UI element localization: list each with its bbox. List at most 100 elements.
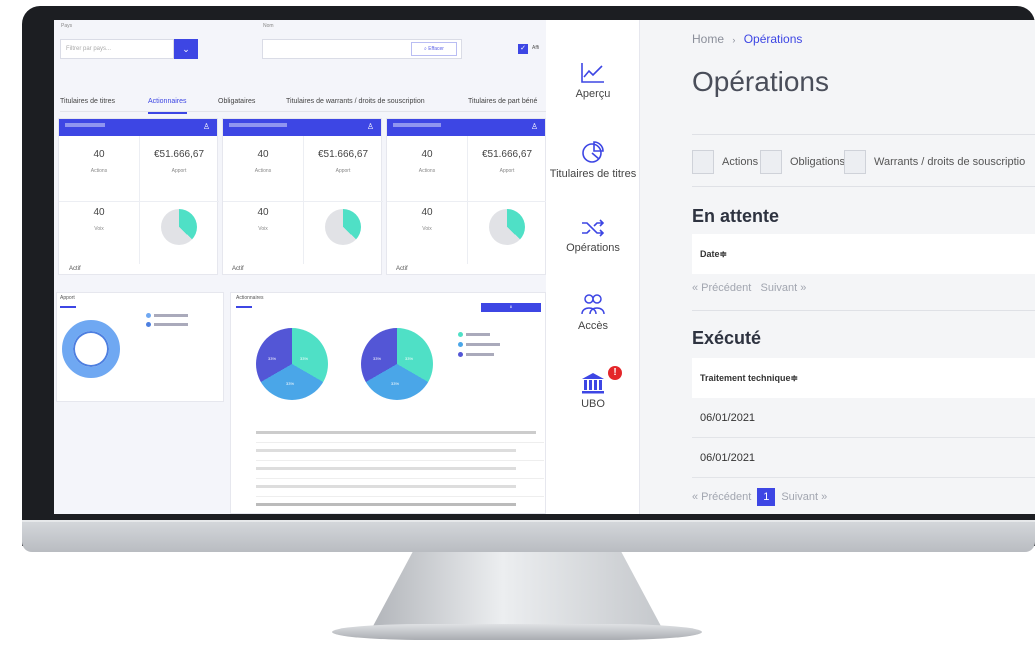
filter-name-label: Nom [263, 23, 274, 29]
card-header: ♙ [59, 119, 217, 136]
voix-count: 40 [421, 207, 433, 218]
pending-section-title: En attente [692, 206, 780, 226]
actions-label: Actions [418, 168, 436, 174]
card-status: Actif [232, 266, 244, 272]
tab-titulaires[interactable]: Titulaires de titres [60, 98, 115, 105]
redacted-legend [154, 314, 188, 317]
row-date: 06/01/2021 [700, 412, 756, 424]
sidebar-item-apercu[interactable]: Aperçu [546, 62, 640, 100]
user-icon: ♙ [202, 122, 210, 131]
sidebar-item-operations[interactable]: Opérations [546, 218, 640, 254]
sidebar-item-label: UBO [581, 398, 605, 410]
actions-label: Actions [254, 168, 272, 174]
tab-actionnaires[interactable]: Actionnaires [148, 98, 187, 114]
tab-warrants[interactable]: Titulaires de warrants / droits de sousc… [286, 98, 425, 105]
sidebar-item-titulaires[interactable]: Titulaires de titres [546, 140, 640, 180]
previous-page-link[interactable]: « Précédent [692, 282, 751, 294]
traitement-column-header[interactable]: Traitement technique≑ [700, 373, 798, 383]
users-icon [581, 294, 605, 315]
download-register-button[interactable]: ⬇ [481, 303, 541, 312]
voix-label: Voix [94, 226, 104, 232]
country-dropdown-button[interactable]: ⌄ [174, 39, 198, 59]
card-status: Actif [69, 266, 81, 272]
sidebar-item-ubo[interactable]: ! UBO [546, 366, 640, 410]
votes-pie-chart [361, 328, 433, 400]
card-header: ♙ [223, 119, 381, 136]
sidebar-item-label: Accès [578, 320, 608, 332]
table-row [256, 497, 544, 514]
breadcrumb-home[interactable]: Home [692, 32, 724, 46]
filter-label: Obligations [790, 156, 846, 168]
monitor-base [332, 624, 702, 640]
sidebar-item-label: Titulaires de titres [549, 168, 637, 180]
actionnaires-panel-title: Actionnaires [236, 295, 264, 301]
download-icon: ⬇ [509, 305, 513, 309]
pie-slice-label: 33% [268, 356, 277, 361]
card-status: Actif [396, 266, 408, 272]
voix-count: 40 [93, 207, 105, 218]
monitor-frame: Pays Filtrer par pays... ⌄ Nom ⌕ Effacer… [22, 6, 1035, 546]
pending-table-header: Date≑ [692, 234, 1035, 274]
holder-tabs: Titulaires de titres Actionnaires Obliga… [60, 94, 546, 114]
pie-chart-icon [582, 141, 604, 163]
executed-table-header: Traitement technique≑ [692, 358, 1035, 398]
date-column-header[interactable]: Date≑ [700, 249, 727, 259]
voting-pie-chart [161, 209, 197, 245]
tab-parts-beneficiaires[interactable]: Titulaires de part béné [468, 98, 537, 105]
main-sidebar: Aperçu Titulaires de titres Opérations A… [546, 20, 640, 514]
pie-slice-label: 33% [300, 356, 309, 361]
shareholder-card[interactable]: ♙ 40 Actions €51.666,67 Apport 40 Voix [222, 118, 383, 275]
filter-label: Warrants / droits de souscriptio [874, 156, 1026, 168]
breadcrumb-separator-icon: › [732, 35, 736, 45]
voting-pie-chart [325, 209, 361, 245]
table-row[interactable]: 06/01/2021 [692, 438, 1035, 478]
shareholder-card[interactable]: ♙ 40 Actions €51.666,67 Apport 40 Voix [386, 118, 547, 275]
sidebar-item-label: Opérations [566, 242, 620, 254]
clear-button[interactable]: ⌕ Effacer [411, 42, 457, 56]
next-page-link[interactable]: Suivant » [781, 491, 827, 503]
table-row [256, 479, 544, 497]
shareholder-dashboard: Pays Filtrer par pays... ⌄ Nom ⌕ Effacer… [54, 20, 547, 514]
redacted-legend [154, 323, 188, 326]
apport-value: €51.666,67 [317, 149, 369, 160]
voix-label: Voix [422, 226, 432, 232]
next-page-link[interactable]: Suivant » [761, 282, 807, 294]
filter-checkbox-actions[interactable] [692, 150, 714, 174]
filter-label: Actions [722, 156, 759, 168]
display-checkbox[interactable]: ✓ [518, 44, 528, 54]
redacted-name [229, 123, 287, 127]
voting-pie-chart [489, 209, 525, 245]
table-row [256, 443, 544, 461]
apport-value: €51.666,67 [153, 149, 205, 160]
card-header: ♙ [387, 119, 545, 136]
apport-value: €51.666,67 [481, 149, 533, 160]
user-icon: ♙ [530, 122, 538, 131]
actions-count: 40 [93, 149, 105, 160]
actions-pie-chart [256, 328, 328, 400]
monitor-chin [22, 520, 1035, 552]
legend-item [458, 332, 490, 338]
shareholder-card[interactable]: ♙ 40 Actions €51.666,67 Apport 40 Voix [58, 118, 219, 275]
pending-pagination: « Précédent Suivant » [692, 282, 806, 294]
legend-item [146, 313, 188, 319]
chevron-down-icon: ⌄ [182, 44, 190, 54]
filter-checkbox-warrants[interactable] [844, 150, 866, 174]
filter-checkbox-obligations[interactable] [760, 150, 782, 174]
line-chart-icon [581, 63, 604, 83]
table-row[interactable]: 06/01/2021 [692, 398, 1035, 438]
monitor-stand [372, 552, 662, 628]
sidebar-item-acces[interactable]: Accès [546, 292, 640, 332]
pie-slice-label: 33% [286, 381, 295, 386]
legend-item [146, 322, 188, 328]
apport-donut-chart [62, 320, 120, 378]
legend-item [458, 352, 494, 358]
bank-icon [582, 373, 604, 394]
page-title: Opérations [692, 66, 829, 97]
breadcrumb-current[interactable]: Opérations [744, 32, 803, 46]
country-filter-input[interactable]: Filtrer par pays... [60, 39, 174, 59]
page-number-button[interactable]: 1 [757, 488, 776, 506]
pie-slice-label: 33% [405, 356, 414, 361]
tab-obligataires[interactable]: Obligataires [218, 98, 255, 105]
voix-label: Voix [258, 226, 268, 232]
previous-page-link[interactable]: « Précédent [692, 491, 751, 503]
